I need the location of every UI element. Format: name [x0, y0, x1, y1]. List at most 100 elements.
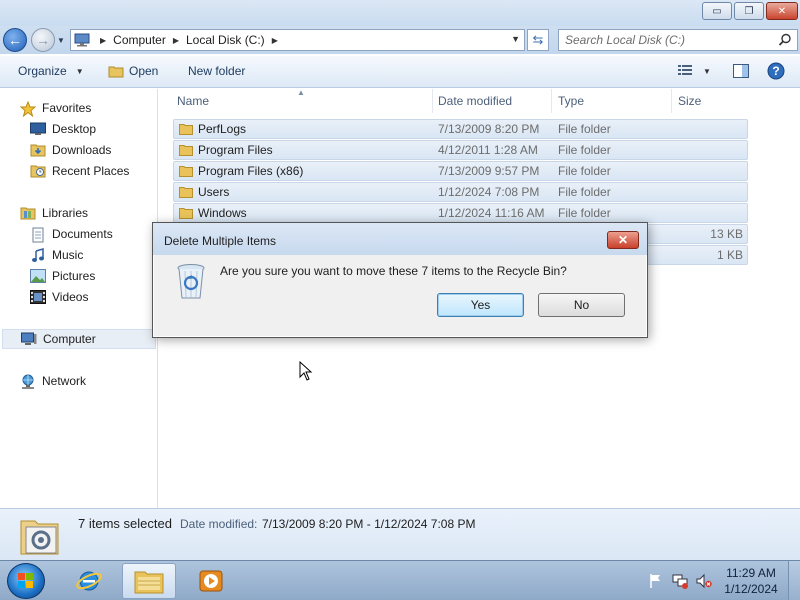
chevron-down-icon: ▼	[75, 66, 84, 76]
search-input[interactable]	[565, 33, 765, 47]
nav-network-label: Network	[42, 374, 87, 388]
nav-pictures[interactable]: Pictures	[30, 266, 95, 286]
change-view-button[interactable]: ▼	[678, 64, 711, 79]
downloads-folder-icon	[30, 143, 46, 157]
nav-recent-places[interactable]: Recent Places	[30, 161, 129, 181]
star-icon	[19, 100, 37, 118]
breadcrumb-computer[interactable]: Computer	[113, 33, 166, 47]
file-type: File folder	[558, 143, 611, 157]
breadcrumb-local-disk[interactable]: Local Disk (C:)	[186, 33, 265, 47]
nav-computer[interactable]: Computer	[2, 329, 156, 349]
taskbar-windows-explorer[interactable]	[122, 563, 176, 599]
file-date: 1/12/2024 11:16 AM	[438, 206, 545, 220]
recent-places-icon	[30, 164, 46, 178]
show-desktop-button[interactable]	[788, 561, 800, 600]
nav-videos-label: Videos	[52, 290, 89, 304]
dialog-message: Are you sure you want to move these 7 it…	[220, 264, 567, 278]
file-row-windows[interactable]: Windows 1/12/2024 11:16 AM File folder	[173, 203, 748, 223]
close-button[interactable]: ✕	[766, 2, 798, 20]
network-status-icon[interactable]	[672, 573, 688, 589]
open-button[interactable]: Open	[108, 64, 158, 78]
file-size: 1 KB	[716, 248, 743, 262]
preview-pane-button[interactable]	[733, 64, 749, 81]
file-date: 7/13/2009 9:57 PM	[438, 164, 540, 178]
taskbar: 11:29 AM 1/12/2024	[0, 560, 800, 600]
file-date: 4/12/2011 1:28 AM	[438, 143, 538, 157]
folder-icon	[179, 123, 195, 137]
nav-libraries-label: Libraries	[42, 206, 89, 220]
windows-logo-icon	[18, 573, 33, 588]
search-box[interactable]	[558, 29, 798, 51]
address-bar[interactable]: ▶ Computer ▶ Local Disk (C:) ▶ ▼	[70, 29, 525, 51]
file-row-users[interactable]: Users 1/12/2024 7:08 PM File folder	[173, 182, 748, 202]
chevron-right-icon[interactable]: ▶	[100, 36, 106, 45]
file-row-program-files-x86[interactable]: Program Files (x86) 7/13/2009 9:57 PM Fi…	[173, 161, 748, 181]
help-icon: ?	[767, 62, 785, 83]
folder-icon	[179, 207, 195, 221]
music-icon	[30, 248, 46, 262]
refresh-button[interactable]: ⇆	[527, 29, 549, 51]
file-date: 7/13/2009 8:20 PM	[438, 122, 540, 136]
clock-date: 1/12/2024	[724, 582, 778, 596]
file-name: Program Files	[198, 143, 273, 157]
nav-documents[interactable]: Documents	[30, 224, 113, 244]
file-type: File folder	[558, 206, 611, 220]
nav-desktop[interactable]: Desktop	[30, 119, 96, 139]
details-pane: 7 items selected Date modified: 7/13/200…	[0, 508, 800, 560]
start-button[interactable]	[7, 563, 45, 599]
nav-desktop-label: Desktop	[52, 122, 97, 136]
column-name[interactable]: Name	[171, 89, 433, 113]
action-center-flag-icon[interactable]	[648, 573, 664, 589]
desktop-icon	[30, 122, 46, 136]
nav-music-label: Music	[52, 248, 84, 262]
svg-text:?: ?	[772, 64, 779, 78]
column-size[interactable]: Size	[672, 89, 752, 113]
back-button[interactable]: ←	[3, 28, 27, 52]
taskbar-media-player[interactable]	[184, 563, 238, 599]
help-button[interactable]: ?	[767, 62, 785, 83]
chevron-right-icon[interactable]: ▶	[173, 36, 179, 45]
forward-button[interactable]: →	[31, 28, 55, 52]
window-controls: ▭ ❐ ✕	[702, 2, 798, 20]
command-bar: Organize ▼ Open New folder ▼ ?	[0, 56, 800, 88]
nav-favorites[interactable]: Favorites	[19, 98, 91, 118]
volume-muted-icon[interactable]	[696, 573, 712, 589]
date-modified-value: 7/13/2009 8:20 PM - 1/12/2024 7:08 PM	[262, 517, 476, 531]
recycle-bin-icon	[176, 263, 206, 301]
nav-computer-label: Computer	[43, 332, 96, 346]
dialog-title: Delete Multiple Items	[164, 234, 277, 248]
file-row-perflogs[interactable]: PerfLogs 7/13/2009 8:20 PM File folder	[173, 119, 748, 139]
pictures-icon	[30, 269, 46, 283]
address-history-dropdown-icon[interactable]: ▼	[511, 34, 520, 44]
file-date: 1/12/2024 7:08 PM	[438, 185, 540, 199]
recent-pages-dropdown-icon[interactable]: ▼	[57, 36, 65, 45]
clock[interactable]: 11:29 AM 1/12/2024	[716, 565, 786, 597]
file-type: File folder	[558, 185, 611, 199]
file-row-program-files[interactable]: Program Files 4/12/2011 1:28 AM File fol…	[173, 140, 748, 160]
navigation-bar: ← → ▼ ▶ Computer ▶ Local Disk (C:) ▶ ▼ ⇆	[0, 26, 800, 54]
nav-videos[interactable]: Videos	[30, 287, 88, 307]
date-modified-label: Date modified:	[180, 517, 258, 531]
nav-libraries[interactable]: Libraries	[20, 203, 88, 223]
refresh-icon: ⇆	[532, 32, 544, 47]
no-button[interactable]: No	[538, 293, 625, 317]
dialog-titlebar: Delete Multiple Items ✕	[153, 223, 647, 255]
column-date-modified[interactable]: Date modified	[432, 89, 552, 113]
nav-music[interactable]: Music	[30, 245, 83, 265]
maximize-button[interactable]: ❐	[734, 2, 764, 20]
yes-button[interactable]: Yes	[437, 293, 524, 317]
folder-icon	[179, 144, 195, 158]
file-name: Windows	[198, 206, 247, 220]
chevron-right-icon[interactable]: ▶	[272, 36, 278, 45]
dialog-close-button[interactable]: ✕	[607, 231, 639, 249]
minimize-button[interactable]: ▭	[702, 2, 732, 20]
taskbar-internet-explorer[interactable]	[62, 563, 116, 599]
new-folder-button[interactable]: New folder	[188, 64, 245, 78]
nav-network[interactable]: Network	[20, 371, 86, 391]
search-icon[interactable]	[778, 33, 792, 50]
media-player-icon	[199, 570, 223, 592]
organize-menu[interactable]: Organize ▼	[18, 64, 84, 78]
nav-downloads[interactable]: Downloads	[30, 140, 111, 160]
window-titlebar: ▭ ❐ ✕	[0, 0, 800, 26]
column-type[interactable]: Type	[552, 89, 672, 113]
